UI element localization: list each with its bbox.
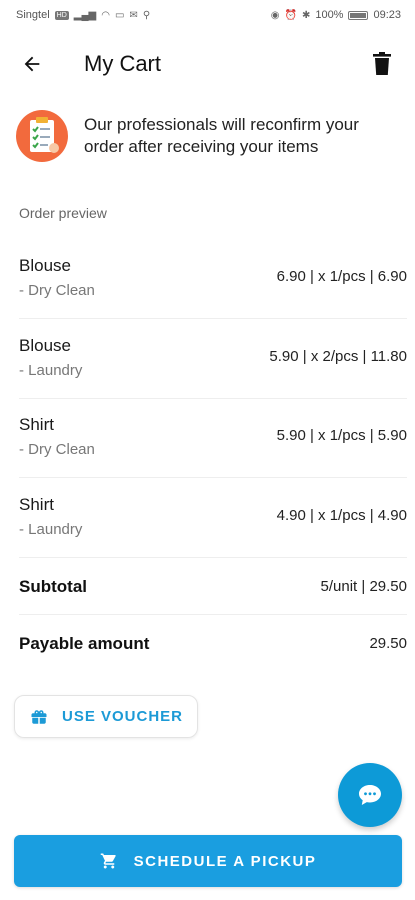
item-price-line: 5.90 | x 1/pcs | 5.90 [276,427,407,444]
arrow-left-icon [24,56,40,72]
schedule-pickup-label: SCHEDULE A PICKUP [133,852,317,870]
status-left: Singtel HD ▂▄▆ ◠ ▭ ✉ ⚲ [16,9,150,21]
bluetooth-icon: ✱ [301,9,311,21]
cast-icon: ▭ [114,9,125,21]
payable-label: Payable amount [19,634,150,653]
item-service: - Dry Clean [19,282,95,299]
network-badge: HD [54,10,69,20]
notice-text: Our professionals will reconfirm your or… [84,115,359,156]
cart-item: Shirt - Laundry 4.90 | x 1/pcs | 4.90 [19,477,407,558]
voucher-label: USE VOUCHER [62,708,184,725]
gift-icon [31,709,47,724]
item-name: Blouse [19,256,71,275]
clock: 09:23 [373,9,401,21]
chat-bubble-icon [359,785,381,805]
subtotal-label: Subtotal [19,577,87,596]
cart-item: Blouse - Laundry 5.90 | x 2/pcs | 11.80 [19,318,407,399]
item-service: - Laundry [19,362,83,379]
status-right: ◉ ⏰ ✱ 100% 09:23 [271,9,401,21]
order-preview-label: Order preview [19,205,107,221]
cart-icon [100,853,116,869]
app-bar: My Cart [0,38,415,90]
use-voucher-button[interactable]: USE VOUCHER [14,695,198,738]
item-service: - Laundry [19,521,83,538]
item-price-line: 4.90 | x 1/pcs | 4.90 [276,507,407,524]
subtotal-value: 5/unit | 29.50 [320,578,407,595]
delete-cart-button[interactable] [367,48,397,80]
wifi-icon: ◠ [101,9,110,21]
status-bar: Singtel HD ▂▄▆ ◠ ▭ ✉ ⚲ ◉ ⏰ ✱ 100% 09:23 [0,0,415,30]
item-name: Shirt [19,495,54,514]
battery-icon [348,10,369,20]
schedule-pickup-button[interactable]: SCHEDULE A PICKUP [14,835,402,887]
alarm-icon: ⏰ [284,9,297,21]
payable-value: 29.50 [369,635,407,652]
item-price-line: 5.90 | x 2/pcs | 11.80 [269,348,407,365]
chat-button[interactable] [338,763,402,827]
item-name: Blouse [19,336,71,355]
reconfirm-notice: Our professionals will reconfirm your or… [16,110,401,170]
usb-icon: ⚲ [142,9,151,21]
carrier-name: Singtel [16,9,50,21]
signal-icon: ▂▄▆ [73,9,97,21]
subtotal-row: Subtotal 5/unit | 29.50 [19,558,407,615]
cart-item: Blouse - Dry Clean 6.90 | x 1/pcs | 6.90 [19,238,407,319]
page-title: My Cart [84,51,161,76]
item-name: Shirt [19,415,54,434]
battery-percent: 100% [315,9,344,21]
trash-icon [373,52,391,75]
notification-icon: ✉ [129,9,138,21]
back-button[interactable] [14,48,50,80]
payable-row: Payable amount 29.50 [19,615,407,671]
clipboard-checklist-icon [16,110,68,162]
item-price-line: 6.90 | x 1/pcs | 6.90 [276,268,407,285]
cart-item: Shirt - Dry Clean 5.90 | x 1/pcs | 5.90 [19,397,407,478]
eye-icon: ◉ [270,9,280,21]
item-service: - Dry Clean [19,441,95,458]
